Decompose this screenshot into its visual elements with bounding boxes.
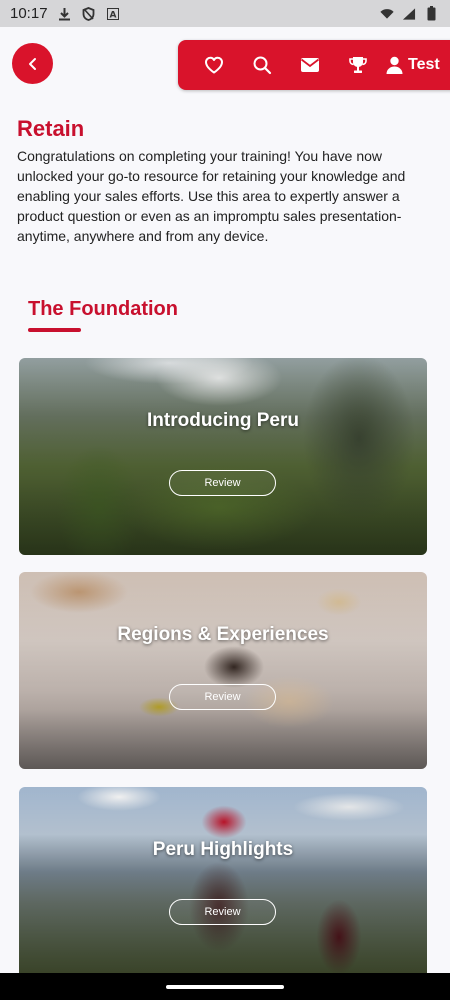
search-icon bbox=[253, 56, 272, 75]
section-heading: The Foundation bbox=[28, 298, 178, 320]
home-indicator[interactable] bbox=[166, 984, 284, 989]
system-navigation-bar bbox=[0, 973, 450, 1000]
shield-icon bbox=[82, 6, 96, 21]
profile-button[interactable]: Test bbox=[382, 56, 440, 74]
module-card-regions-experiences[interactable]: Regions & Experiences Review bbox=[19, 572, 427, 769]
achievements-button[interactable] bbox=[334, 40, 382, 90]
card-title: Regions & Experiences bbox=[117, 624, 329, 645]
module-card-introducing-peru[interactable]: Introducing Peru Review bbox=[19, 358, 427, 555]
heart-icon bbox=[205, 56, 223, 74]
favorites-button[interactable] bbox=[190, 40, 238, 90]
top-nav-bar: Test bbox=[178, 40, 450, 90]
review-button[interactable]: Review bbox=[169, 899, 276, 925]
intro-section: Retain Congratulations on completing you… bbox=[17, 116, 432, 246]
download-icon bbox=[58, 7, 72, 21]
font-icon: A bbox=[106, 7, 120, 21]
chevron-left-icon bbox=[28, 57, 36, 70]
status-bar: 10:17 A bbox=[0, 0, 450, 27]
page-title: Retain bbox=[17, 116, 85, 141]
review-button[interactable]: Review bbox=[169, 684, 276, 710]
cellular-icon bbox=[402, 7, 416, 21]
svg-text:A: A bbox=[109, 10, 116, 20]
page-description: Congratulations on completing your train… bbox=[17, 148, 406, 244]
user-icon bbox=[386, 56, 403, 74]
module-card-peru-highlights[interactable]: Peru Highlights Review bbox=[19, 787, 427, 977]
trophy-icon bbox=[349, 57, 367, 73]
back-button[interactable] bbox=[12, 43, 53, 84]
mail-icon bbox=[300, 58, 320, 72]
card-title: Introducing Peru bbox=[147, 410, 299, 431]
status-time: 10:17 bbox=[10, 5, 48, 22]
search-button[interactable] bbox=[238, 40, 286, 90]
profile-label: Test bbox=[408, 56, 440, 73]
wifi-icon bbox=[380, 7, 394, 21]
review-button[interactable]: Review bbox=[169, 470, 276, 496]
messages-button[interactable] bbox=[286, 40, 334, 90]
card-title: Peru Highlights bbox=[152, 839, 294, 860]
battery-icon bbox=[424, 6, 438, 21]
section-underline bbox=[28, 328, 81, 332]
